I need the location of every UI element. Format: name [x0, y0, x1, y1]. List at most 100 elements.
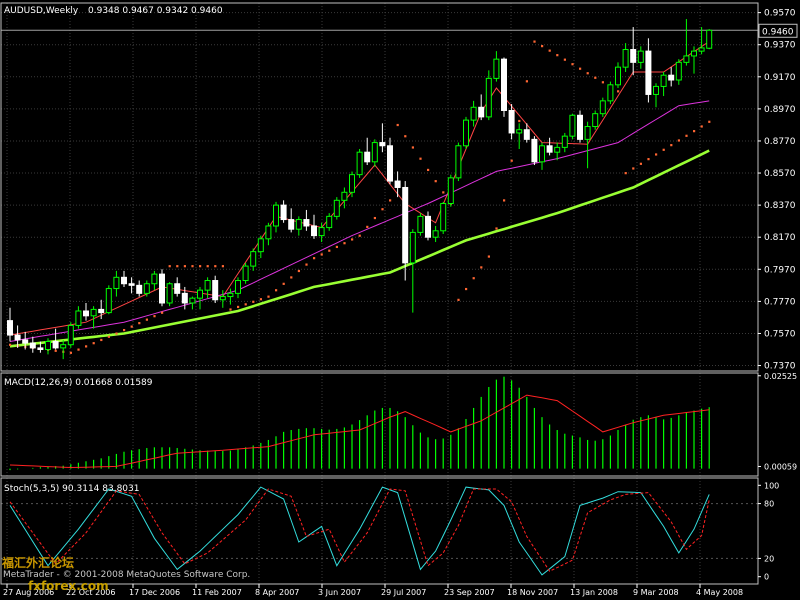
candle-body — [265, 225, 272, 240]
x-tick-label: 13 Jan 2008 — [570, 588, 618, 597]
candle-body — [432, 230, 439, 238]
macd-title: MACD(12,26,9) 0.01668 0.01589 — [4, 378, 153, 388]
candle-body — [706, 29, 713, 49]
stoch-tick-label: 80 — [764, 500, 774, 509]
main-ohlc-readout: 0.9348 0.9467 0.9342 0.9460 — [88, 6, 223, 16]
candle-body — [493, 58, 500, 79]
parabolic-sar-dot — [130, 325, 133, 328]
candle-body — [501, 58, 507, 111]
parabolic-sar-dot — [237, 305, 240, 309]
candle-body — [151, 273, 158, 285]
candle-body — [364, 151, 371, 163]
parabolic-sar-dot — [259, 298, 262, 301]
parabolic-sar-dot — [624, 172, 627, 175]
parabolic-sar-dot — [670, 144, 673, 147]
parabolic-sar-dot — [9, 343, 12, 346]
parabolic-sar-dot — [662, 148, 665, 151]
candle-body — [569, 114, 576, 137]
parabolic-sar-dot — [358, 234, 361, 237]
parabolic-sar-dot — [556, 54, 559, 57]
main-title: AUDUSD,Weekly — [4, 6, 79, 16]
parabolic-sar-dot — [107, 335, 110, 338]
parabolic-sar-dot — [100, 338, 103, 342]
candle-body — [508, 109, 515, 134]
candle-body — [219, 296, 226, 301]
parabolic-sar-dot — [115, 332, 118, 335]
candle-body — [531, 138, 538, 163]
x-tick-label: 3 Jun 2007 — [318, 588, 361, 597]
candle-body — [691, 50, 697, 57]
candle-body — [584, 126, 591, 140]
y-tick-label: 0.7370 — [764, 362, 796, 372]
y-tick-label: 0.9570 — [764, 9, 796, 19]
candle-body — [303, 219, 310, 227]
candle-body — [280, 204, 287, 221]
candle-body — [242, 265, 249, 282]
parabolic-sar-dot — [693, 130, 696, 133]
parabolic-sar-dot — [138, 322, 141, 325]
parabolic-sar-dot — [199, 265, 202, 268]
parabolic-sar-dot — [267, 295, 270, 298]
candle-body — [440, 203, 447, 232]
parabolic-sar-dot — [457, 298, 460, 301]
candle-body — [622, 49, 629, 68]
candle-body — [402, 186, 409, 264]
candle-body — [447, 177, 454, 205]
parabolic-sar-dot — [214, 265, 217, 268]
candle-body — [546, 145, 553, 153]
parabolic-sar-dot — [480, 266, 483, 269]
candle-body — [615, 66, 621, 86]
y-tick-label: 0.8570 — [764, 169, 796, 179]
candle-body — [22, 339, 29, 344]
mt4-chart: 0.9570 0.9370 0.9170 0.8970 0.8770 0.8570 0.83… — [0, 0, 800, 600]
parabolic-sar-dot — [571, 63, 574, 66]
candle-body — [204, 280, 211, 291]
parabolic-sar-dot — [282, 282, 285, 285]
candle-body — [189, 297, 196, 304]
parabolic-sar-dot — [563, 58, 566, 61]
x-tick-label: 18 Nov 2007 — [507, 588, 558, 597]
parabolic-sar-dot — [510, 159, 513, 162]
parabolic-sar-dot — [77, 348, 80, 351]
candle-body — [29, 342, 36, 349]
svg-text:0.9460: 0.9460 — [762, 27, 794, 37]
candle-body — [379, 142, 386, 147]
parabolic-sar-dot — [685, 134, 688, 137]
parabolic-sar-dot — [411, 146, 414, 149]
parabolic-sar-dot — [594, 76, 597, 79]
parabolic-sar-dot — [351, 238, 354, 241]
candle-body — [128, 283, 135, 286]
parabolic-sar-dot — [123, 328, 126, 332]
parabolic-sar-dot — [533, 40, 536, 43]
candle-body — [554, 146, 561, 153]
candle-body — [698, 47, 705, 52]
candle-body — [181, 292, 188, 304]
candle-body — [326, 215, 333, 229]
parabolic-sar-dot — [677, 139, 680, 142]
parabolic-sar-dot — [495, 227, 498, 230]
parabolic-sar-dot — [153, 315, 156, 318]
candle-body — [668, 74, 675, 81]
parabolic-sar-dot — [328, 249, 331, 252]
candle-body — [227, 292, 234, 298]
candle-body — [561, 135, 568, 148]
y-tick-label: 0.9170 — [764, 73, 796, 83]
parabolic-sar-dot — [244, 303, 247, 306]
candle-body — [485, 77, 492, 118]
parabolic-sar-dot — [655, 153, 658, 156]
candle-body — [592, 113, 599, 128]
candle-body — [250, 251, 257, 267]
parabolic-sar-dot — [343, 242, 346, 245]
parabolic-sar-dot — [708, 120, 711, 123]
candle-body — [257, 238, 264, 253]
x-tick-label: 4 May 2008 — [696, 588, 743, 597]
candle-body — [67, 324, 74, 346]
candle-body — [371, 142, 378, 163]
parabolic-sar-dot — [639, 162, 642, 165]
candle-body — [98, 308, 105, 314]
candle-body — [212, 280, 219, 301]
macd-tick-label: 0.02525 — [764, 372, 797, 381]
parabolic-sar-dot — [335, 245, 338, 249]
candle-body — [45, 340, 51, 351]
candle-body — [7, 320, 13, 336]
